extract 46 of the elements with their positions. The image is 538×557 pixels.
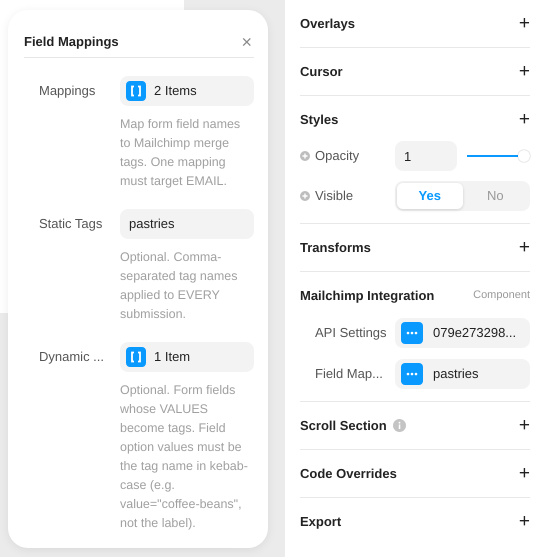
field-value: 079e273298... bbox=[433, 324, 516, 342]
section-title: Code Overrides bbox=[300, 464, 397, 483]
plus-circle-icon[interactable] bbox=[300, 151, 310, 161]
add-button[interactable]: + bbox=[518, 512, 530, 531]
add-button[interactable]: + bbox=[518, 62, 530, 81]
linked-field[interactable]: 079e273298... bbox=[395, 318, 530, 348]
add-button[interactable]: + bbox=[518, 110, 530, 129]
field-value: 1 Item bbox=[154, 348, 190, 366]
field-label: Dynamic ... bbox=[38, 348, 106, 366]
text-field[interactable]: pastries bbox=[120, 209, 254, 239]
component-label: Component bbox=[473, 288, 530, 304]
add-button[interactable]: + bbox=[518, 416, 530, 435]
number-field[interactable]: 1 bbox=[395, 141, 457, 171]
add-button[interactable]: + bbox=[518, 14, 530, 33]
more-icon bbox=[401, 322, 423, 344]
add-button[interactable]: + bbox=[518, 238, 530, 257]
section-title: Mailchimp Integration bbox=[300, 286, 434, 305]
array-field[interactable]: 2 Items bbox=[120, 76, 254, 106]
close-button[interactable]: × bbox=[239, 32, 254, 50]
field-label: Mappings bbox=[38, 82, 96, 100]
field-value: 2 Items bbox=[154, 82, 197, 100]
field-description: Optional. Form fields whose VALUES become tags. Field option values must be the tag name in kebab-case (e.g. value="coffee-beans", not the label). bbox=[120, 382, 249, 532]
plus-circle-icon[interactable] bbox=[300, 191, 310, 201]
linked-field[interactable]: pastries bbox=[395, 358, 530, 388]
slider-thumb[interactable] bbox=[518, 150, 530, 162]
property-label: Field Map... bbox=[314, 364, 384, 383]
field-value: pastries bbox=[433, 364, 479, 383]
add-button[interactable]: + bbox=[518, 464, 530, 483]
section-title: Styles bbox=[300, 110, 338, 129]
popover-title: Field Mappings bbox=[24, 32, 119, 51]
property-label: Visible bbox=[315, 187, 354, 206]
array-field[interactable]: 1 Item bbox=[120, 342, 254, 372]
section-title: Transforms bbox=[300, 238, 371, 257]
field-description: Map form field names to Mailchimp merge tags. One mapping must target EMAIL. bbox=[120, 116, 242, 190]
brackets-icon bbox=[126, 81, 146, 101]
section-title: Overlays bbox=[300, 14, 355, 33]
slider-track[interactable] bbox=[467, 149, 530, 163]
more-icon bbox=[401, 362, 423, 384]
field-label: Static Tags bbox=[38, 215, 104, 233]
property-label: Opacity bbox=[315, 147, 360, 166]
field-description: Optional. Comma-separated tag names applied to EVERY submission. bbox=[120, 249, 238, 323]
section-title: Cursor bbox=[300, 62, 343, 81]
section-title: Scroll Section bbox=[300, 416, 387, 435]
property-label: API Settings bbox=[314, 324, 388, 342]
section-title: Export bbox=[300, 512, 342, 531]
brackets-icon bbox=[126, 347, 146, 367]
